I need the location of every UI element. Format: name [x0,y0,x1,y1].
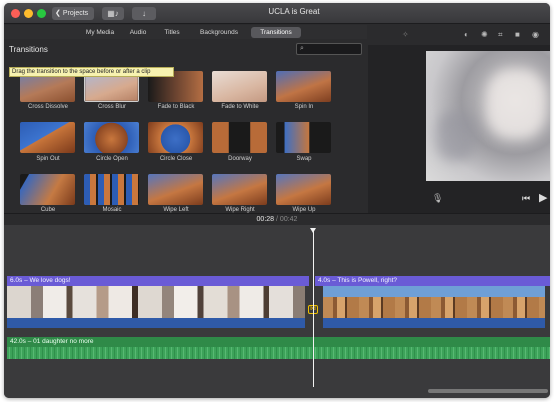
close-window-button[interactable] [11,9,20,18]
time-separator: / [276,216,278,223]
video-clip[interactable] [323,286,545,318]
transitions-browser: Transitions ⌕ Drag the transition to the… [4,40,367,213]
title-bar: ❮ Projects ▦♪ ↓ UCLA is Great [4,3,550,24]
browser-tab-bar: My Media Audio Titles Backgrounds Transi… [4,25,367,39]
media-view-button[interactable]: ▦♪ [102,7,124,20]
tab-transitions[interactable]: Transitions [251,27,301,38]
transition-label: Spin Out [36,156,60,162]
transition-label: Doorway [228,156,252,162]
transition-thumb-circle-open[interactable] [84,122,139,153]
transition-label: Circle Open [96,156,128,162]
color-balance-icon[interactable]: ◐ [464,30,469,39]
playhead[interactable] [313,229,314,387]
stabilization-icon[interactable]: ■ [515,30,520,39]
audio-waveform[interactable] [7,347,550,359]
transition-label: Swap [296,156,312,162]
clip-thumbnails [323,286,545,318]
magic-wand-icon[interactable]: ✧ [402,30,409,39]
preview-viewer: 🎙︎ ⏮︎ ▶ [368,45,550,213]
minimize-window-button[interactable] [24,9,33,18]
timecode-bar: 00:28 / 00:42 [4,213,550,225]
transition-thumb-swap[interactable] [276,122,331,153]
viewer-toolbar: ✧ ◐ ✺ ⌗ ■ ◉ [368,25,550,45]
transition-label: Cross Blur [97,104,126,110]
tab-audio[interactable]: Audio [125,27,151,38]
preview-blur-highlight [486,69,546,139]
browser-title: Transitions [9,45,48,54]
tab-backgrounds[interactable]: Backgrounds [194,27,244,38]
projects-label: Projects [62,10,89,17]
clip-title-bar[interactable]: 4.0s – This is Powell, right? [315,276,550,286]
clip-thumbnails [7,286,305,318]
tab-my-media[interactable]: My Media [80,27,120,38]
clip-title-bar[interactable]: 6.0s – We love dogs! [7,276,309,286]
transition-label: Cross Dissolve [27,104,68,110]
transition-label: Circle Close [159,156,193,162]
transition-thumb-spin-in[interactable] [276,71,331,102]
play-icon[interactable]: ▶ [539,191,547,204]
transition-thumb-spin-out[interactable] [20,122,75,153]
transition-thumb-circle-close[interactable] [148,122,203,153]
search-icon: ⌕ [300,45,304,52]
tab-titles[interactable]: Titles [160,27,184,38]
window-title: UCLA is Great [268,7,320,16]
imovie-window: ❮ Projects ▦♪ ↓ UCLA is Great My Media Au… [4,3,550,398]
transition-label: Spin In [294,104,314,110]
timeline[interactable]: 6.0s – We love dogs! ⋈ 4.0s – This is Po… [4,225,550,398]
transition-thumb-doorway[interactable] [212,122,267,153]
zoom-window-button[interactable] [37,9,46,18]
transition-thumb-fade-to-white[interactable] [212,71,267,102]
transition-thumb-cube[interactable] [20,174,75,205]
download-arrow-icon: ↓ [142,9,146,18]
transition-thumb-mosaic[interactable] [84,174,139,205]
audio-track-title[interactable]: 42.0s – 01 daughter no more [7,337,550,347]
projects-button[interactable]: ❮ Projects [52,7,94,20]
color-correction-icon[interactable]: ✺ [481,30,488,39]
transition-thumb-wipe-up[interactable] [276,174,331,205]
import-button[interactable]: ↓ [132,7,156,20]
transition-thumb-wipe-right[interactable] [212,174,267,205]
transition-label: Fade to Black [157,104,195,110]
crop-icon[interactable]: ⌗ [498,30,503,40]
current-time: 00:28 [256,216,275,223]
chevron-left-icon: ❮ [55,10,61,17]
video-clip[interactable] [7,286,305,318]
clip-base-bar [323,318,545,328]
skip-back-icon[interactable]: ⏮︎ [522,193,530,204]
preview-frame [426,51,550,181]
preview-blur-shadow [436,111,476,161]
timeline-scrollbar[interactable] [428,389,548,393]
total-time: 00:42 [279,216,298,223]
clip-base-bar [7,318,305,328]
drag-hint-tooltip: Drag the transition to the space before … [9,67,174,77]
volume-icon[interactable]: ◉ [532,30,539,39]
transition-label: Fade to White [221,104,259,110]
film-strip-icon: ▦♪ [107,9,119,18]
search-field[interactable]: ⌕ [296,43,362,55]
microphone-icon[interactable]: 🎙︎ [432,193,443,204]
transition-thumb-wipe-left[interactable] [148,174,203,205]
